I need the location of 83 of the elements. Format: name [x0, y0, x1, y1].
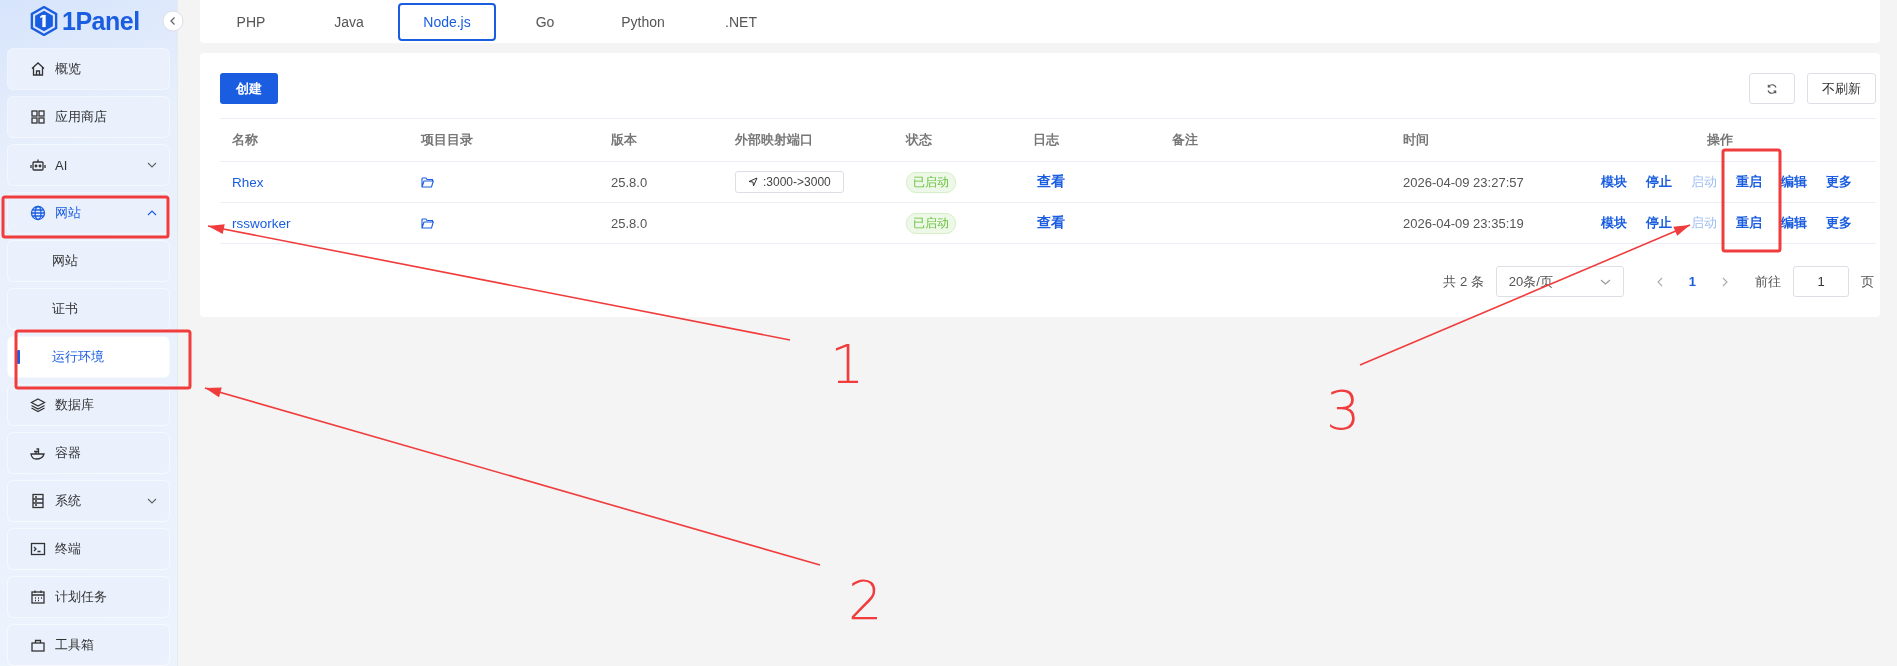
next-page-icon[interactable]	[1722, 276, 1729, 287]
column-header: 外部映射端口	[734, 131, 814, 149]
terminal-icon	[30, 541, 46, 557]
action-link[interactable]: 更多	[1826, 214, 1871, 232]
chevron-icon	[147, 210, 157, 216]
menu-item[interactable]: AI	[8, 145, 169, 185]
menu-item[interactable]: 应用商店	[8, 97, 169, 137]
action-link[interactable]: 重启	[1736, 173, 1781, 191]
page-input[interactable]: 1	[1793, 266, 1849, 297]
runtime-name-link[interactable]: rssworker	[232, 215, 291, 231]
folder-icon[interactable]	[421, 217, 434, 229]
column-header: 状态	[904, 131, 933, 149]
page-size-select[interactable]: 20条/页	[1495, 266, 1624, 297]
globe-icon	[30, 205, 46, 221]
annotation-number: 3	[1326, 384, 1361, 438]
action-link[interactable]: 编辑	[1781, 214, 1826, 232]
total-count: 共 2 条	[1443, 272, 1484, 291]
chevron-down-icon	[1599, 278, 1611, 285]
runtime-tab[interactable]: Go	[496, 2, 594, 41]
refresh-icon	[1766, 82, 1778, 95]
runtime-tab[interactable]: PHP	[202, 2, 300, 41]
column-header: 时间	[1402, 131, 1430, 149]
column-header: 日志	[1032, 131, 1060, 149]
send-icon	[748, 177, 758, 187]
version-text: 25.8.0	[611, 215, 648, 231]
action-link[interactable]: 停止	[1646, 173, 1691, 191]
chevron-icon	[147, 498, 157, 504]
previous-page-icon[interactable]	[1655, 276, 1663, 287]
column-header: 名称	[231, 131, 259, 149]
status-tag: 已启动	[906, 212, 956, 234]
column-header: 项目目录	[419, 131, 474, 149]
logo-text: 1Panel	[62, 6, 140, 36]
hexagon-logo-icon	[30, 6, 58, 36]
menu-item[interactable]: 数据库	[8, 385, 169, 425]
calendar-icon	[30, 589, 46, 605]
column-header: 操作	[1705, 131, 1734, 149]
chevron-icon	[147, 162, 157, 168]
menu-item[interactable]: 概览	[8, 49, 169, 89]
runtime-tab[interactable]: Python	[594, 2, 692, 41]
view-log-link[interactable]: 查看	[1033, 214, 1065, 232]
action-link[interactable]: 编辑	[1781, 173, 1826, 191]
port-tag: :3000->3000	[735, 171, 844, 193]
runtime-name-link[interactable]: Rhex	[232, 174, 264, 190]
column-header: 版本	[610, 131, 638, 149]
time-text: 2026-04-09 23:27:57	[1403, 174, 1524, 190]
layers-icon	[30, 397, 46, 413]
no-refresh-button[interactable]: 不刷新	[1807, 73, 1876, 104]
folder-icon[interactable]	[421, 176, 434, 188]
collapse-button[interactable]	[162, 10, 184, 32]
submenu-item[interactable]: 网站	[8, 241, 169, 281]
home-icon	[30, 61, 46, 77]
submenu-item[interactable]: 证书	[8, 289, 169, 329]
runtime-tab[interactable]: Node.js	[398, 2, 496, 41]
menu-item[interactable]: 容器	[8, 433, 169, 473]
annotation-number: 1	[830, 338, 865, 392]
status-tag: 已启动	[906, 171, 956, 193]
action-link[interactable]: 重启	[1736, 214, 1781, 232]
menu-item[interactable]: 终端	[8, 529, 169, 569]
submenu-item[interactable]: 运行环境	[8, 337, 169, 377]
create-button[interactable]: 创建	[220, 73, 278, 104]
version-text: 25.8.0	[611, 174, 648, 190]
menu-item[interactable]: 计划任务	[8, 577, 169, 617]
time-text: 2026-04-09 23:35:19	[1403, 215, 1524, 231]
action-link[interactable]: 更多	[1826, 173, 1871, 191]
column-header: 备注	[1171, 131, 1199, 149]
menu-item[interactable]: 系统	[8, 481, 169, 521]
runtime-tab[interactable]: .NET	[692, 2, 790, 41]
goto-label: 前往	[1755, 272, 1781, 291]
action-link[interactable]: 模块	[1601, 214, 1646, 232]
annotation-number: 2	[848, 574, 883, 628]
toolbox-icon	[30, 637, 46, 653]
action-link[interactable]: 模块	[1601, 173, 1646, 191]
robot-icon	[30, 157, 46, 173]
runtime-tab[interactable]: Java	[300, 2, 398, 41]
menu-item[interactable]: 工具箱	[8, 625, 169, 665]
view-log-link[interactable]: 查看	[1033, 173, 1065, 191]
action-link[interactable]: 停止	[1646, 214, 1691, 232]
grid-icon	[30, 109, 46, 125]
menu-item[interactable]: 网站	[8, 193, 169, 233]
refresh-button[interactable]	[1749, 73, 1795, 104]
page-unit: 页	[1861, 272, 1874, 291]
server-icon	[30, 493, 46, 509]
page-number[interactable]: 1	[1680, 274, 1704, 289]
